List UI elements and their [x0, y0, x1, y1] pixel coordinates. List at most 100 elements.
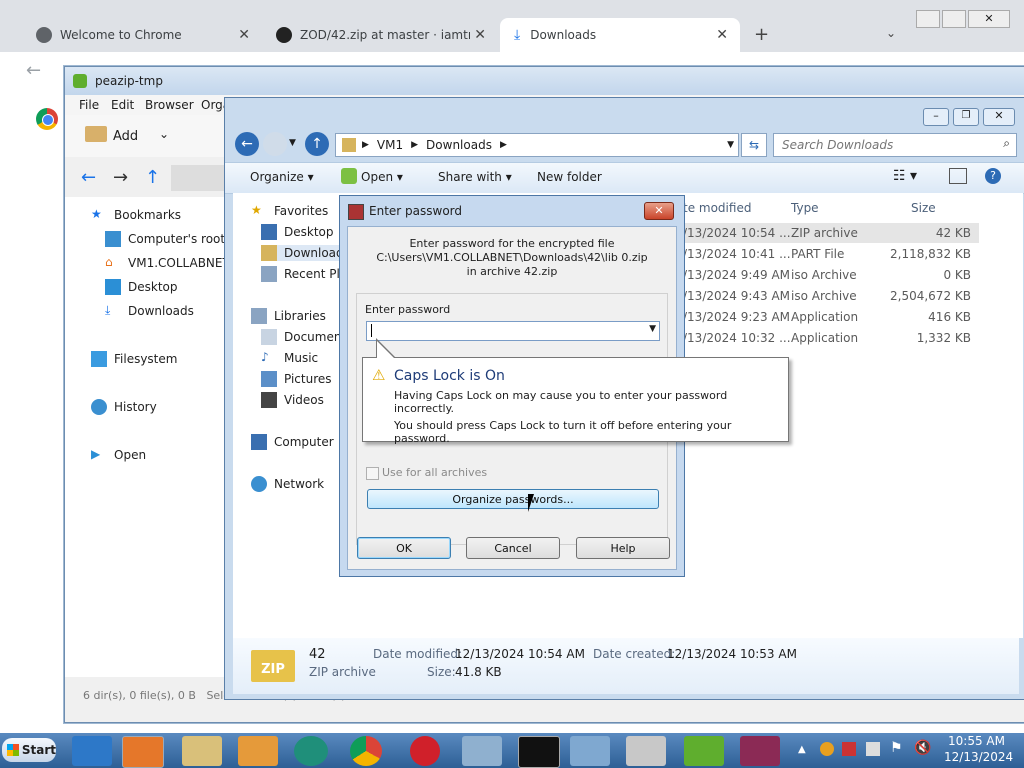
table-row[interactable]: /13/2024 10:54 ... ZIP archive 42 KB [677, 223, 979, 243]
table-row[interactable]: /13/2024 9:43 AM iso Archive 2,504,672 K… [677, 286, 979, 306]
close-dialog-icon[interactable]: ✕ [644, 202, 674, 220]
new-tab-button[interactable]: + [754, 24, 769, 45]
search-input[interactable] [780, 134, 994, 156]
security-tray-icon[interactable] [842, 742, 856, 756]
nav-videos[interactable]: Videos [261, 392, 324, 408]
control-panel-icon[interactable] [570, 736, 610, 766]
breadcrumb-item[interactable]: Downloads [426, 138, 492, 152]
download-icon: ⤓ [105, 303, 111, 317]
clock-date[interactable]: 12/13/2024 [944, 750, 1013, 764]
nav-computer[interactable]: Computer [251, 434, 334, 450]
organize-passwords-button[interactable]: Organize passwords... [367, 489, 659, 509]
table-row[interactable]: /13/2024 9:23 AM Application 416 KB [677, 307, 979, 327]
back-arrow-icon[interactable]: ← [26, 60, 41, 81]
view-options-icon[interactable]: ☷ ▾ [893, 168, 917, 184]
network-tool-icon[interactable] [462, 736, 502, 766]
nav-libraries[interactable]: Libraries [251, 308, 326, 324]
chrome-tab-downloads[interactable]: ⤓ Downloads ✕ [500, 18, 740, 52]
back-arrow-icon[interactable]: ← [235, 132, 259, 156]
sidebar-item-filesystem[interactable]: Filesystem [91, 351, 177, 367]
minimize-icon[interactable] [916, 10, 940, 28]
help-button[interactable]: Help [576, 537, 670, 559]
menu-edit[interactable]: Edit [111, 98, 134, 112]
back-arrow-icon[interactable]: ← [81, 167, 96, 188]
chrome-tab-welcome[interactable]: Welcome to Chrome ✕ [22, 18, 262, 52]
close-tab-icon[interactable]: ✕ [716, 27, 728, 43]
refresh-icon[interactable]: ⇆ [741, 133, 767, 157]
column-header-type[interactable]: Type [791, 201, 819, 215]
app-icon[interactable] [294, 736, 328, 766]
new-folder-button[interactable]: New folder [537, 170, 602, 184]
nav-desktop[interactable]: Desktop [261, 224, 334, 240]
up-arrow-icon[interactable]: ↑ [145, 167, 160, 188]
chrome-tab-github[interactable]: ZOD/42.zip at master · iamtracti ✕ [262, 18, 498, 52]
column-header-modified[interactable]: te modified [683, 201, 751, 215]
minimize-icon[interactable]: – [923, 108, 949, 126]
nav-pictures[interactable]: Pictures [261, 371, 332, 387]
close-tab-icon[interactable]: ✕ [238, 27, 250, 43]
printer-icon[interactable] [626, 736, 666, 766]
column-header-size[interactable]: Size [911, 201, 936, 215]
menu-file[interactable]: File [79, 98, 99, 112]
firefox-icon[interactable] [122, 736, 164, 768]
table-row[interactable]: /13/2024 10:32 ... Application 1,332 KB [677, 328, 979, 348]
chevron-down-icon[interactable]: ⌄ [159, 127, 169, 141]
nav-music[interactable]: ♪ Music [261, 350, 318, 366]
search-tray-icon[interactable] [820, 742, 834, 756]
sidebar-item-computers-root[interactable]: Computer's root [105, 231, 225, 247]
table-row[interactable]: /13/2024 9:49 AM iso Archive 0 KB [677, 265, 979, 285]
maximize-icon[interactable] [942, 10, 966, 28]
nav-network[interactable]: Network [251, 476, 324, 492]
search-box[interactable]: ⌕ [773, 133, 1017, 157]
sidebar-item-user[interactable]: ⌂ VM1.COLLABNET [105, 255, 230, 271]
sidebar-item-downloads[interactable]: ⤓ Downloads [105, 303, 194, 319]
cancel-button[interactable]: Cancel [466, 537, 560, 559]
add-button[interactable]: Add [113, 129, 138, 144]
sidebar-item-history[interactable]: History [91, 399, 157, 415]
open-button[interactable]: Open ▾ [361, 170, 403, 184]
opera-icon[interactable] [410, 736, 440, 766]
peazip-icon[interactable] [684, 736, 724, 766]
forward-arrow-icon[interactable] [263, 132, 287, 156]
menu-browser[interactable]: Browser [145, 98, 194, 112]
nav-favorites[interactable]: ★ Favorites [251, 203, 328, 219]
winrar-icon[interactable] [740, 736, 780, 766]
up-arrow-icon[interactable]: ↑ [305, 132, 329, 156]
tab-search-icon[interactable]: ⌄ [886, 26, 896, 40]
organize-button[interactable]: Organize ▾ [250, 170, 314, 184]
sidebar-item-open[interactable]: ▶ Open [91, 447, 146, 463]
file-explorer-icon[interactable] [182, 736, 222, 766]
media-player-icon[interactable] [238, 736, 278, 766]
breadcrumb[interactable]: ▶ VM1 ▶ Downloads ▶ ▼ [335, 133, 739, 157]
recent-pages-icon[interactable]: ▼ [289, 138, 296, 148]
internet-explorer-icon[interactable] [72, 736, 112, 766]
nav-documents[interactable]: Document [261, 329, 346, 345]
restore-icon[interactable]: ❐ [953, 108, 979, 126]
share-with-button[interactable]: Share with ▾ [438, 170, 512, 184]
nav-recent-places[interactable]: Recent Pla [261, 266, 347, 282]
breadcrumb-item[interactable]: VM1 [377, 138, 403, 152]
help-icon[interactable]: ? [985, 168, 1001, 184]
use-for-all-checkbox[interactable] [366, 467, 379, 480]
start-button[interactable]: Start [2, 738, 56, 762]
preview-pane-icon[interactable] [949, 168, 967, 184]
forward-arrow-icon[interactable]: → [113, 167, 128, 188]
close-tab-icon[interactable]: ✕ [474, 27, 486, 43]
path-dropdown[interactable] [171, 165, 225, 191]
sidebar-item-desktop[interactable]: Desktop [105, 279, 178, 295]
clock-time[interactable]: 10:55 AM [948, 734, 1005, 748]
close-window-icon[interactable]: ✕ [968, 10, 1010, 28]
ok-button[interactable]: OK [357, 537, 451, 559]
sidebar-item-bookmarks[interactable]: ★ Bookmarks [91, 207, 181, 223]
chevron-up-icon[interactable]: ▲ [798, 744, 806, 755]
flag-tray-icon[interactable]: ⚑ [890, 740, 903, 756]
chrome-icon[interactable] [350, 736, 382, 766]
close-window-icon[interactable]: ✕ [983, 108, 1015, 126]
network-tray-icon[interactable] [866, 742, 880, 756]
chevron-down-icon[interactable]: ▼ [649, 324, 656, 334]
table-row[interactable]: /13/2024 10:41 ... PART File 2,118,832 K… [677, 244, 979, 264]
terminal-icon[interactable] [518, 736, 560, 768]
volume-muted-icon[interactable]: 🔇 [914, 740, 931, 756]
password-field[interactable]: ▼ [366, 321, 660, 341]
chevron-down-icon[interactable]: ▼ [727, 140, 734, 150]
